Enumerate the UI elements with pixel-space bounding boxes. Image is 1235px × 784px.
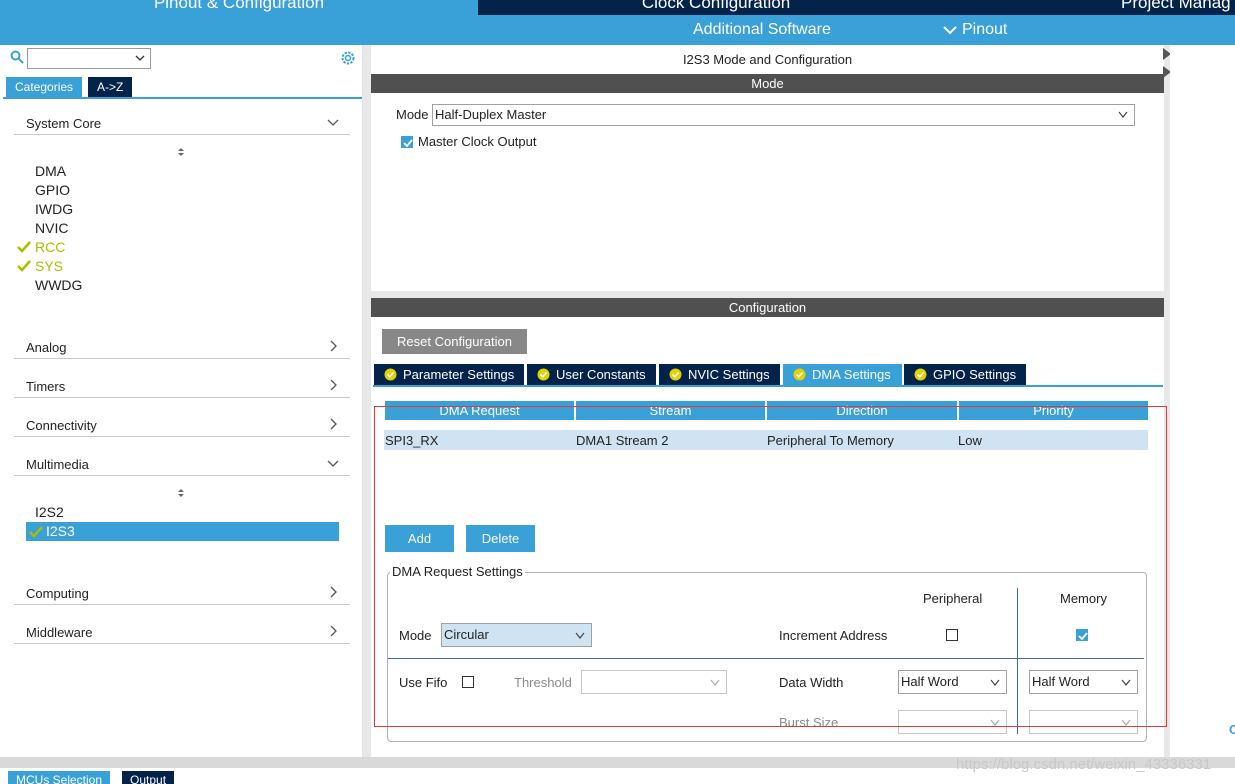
- peripheral-i2s3[interactable]: I2S3: [26, 522, 339, 541]
- check-circle-icon: [384, 368, 397, 381]
- tab-output[interactable]: Output: [122, 771, 175, 784]
- category-label: Analog: [26, 340, 67, 355]
- chevron-down-icon: [1118, 111, 1128, 118]
- tab-underline: [3, 97, 362, 99]
- chevron-right-icon: [330, 586, 337, 598]
- checkmark-icon: [17, 241, 31, 253]
- tab-project-manager[interactable]: Project Manag: [954, 0, 1235, 15]
- chevron-down-icon: [943, 26, 957, 35]
- checkmark-icon: [29, 526, 43, 538]
- peripheral-nvic[interactable]: NVIC: [35, 220, 68, 236]
- config-tab-underline: [373, 385, 1163, 387]
- reset-configuration-button[interactable]: Reset Configuration: [382, 329, 527, 354]
- checkmark-icon: [403, 139, 413, 148]
- peripheral-gpio[interactable]: GPIO: [35, 182, 70, 198]
- tab-gpio-settings[interactable]: GPIO Settings: [904, 364, 1026, 385]
- panel-splitter[interactable]: [363, 45, 371, 757]
- sort-grip-icon[interactable]: [176, 146, 186, 158]
- tab-label: DMA Settings: [812, 367, 891, 382]
- sub-nav-bar: Additional Software Pinout: [0, 15, 1235, 45]
- check-circle-icon: [914, 368, 927, 381]
- chevron-right-icon: [330, 418, 337, 430]
- chevron-down-icon: [327, 119, 339, 126]
- top-tab-bar: Pinout & Configuration Clock Configurati…: [0, 0, 1235, 15]
- chevron-right-icon: [330, 625, 337, 637]
- pinout-menu[interactable]: Pinout: [943, 21, 1007, 39]
- configuration-section-header: Configuration: [371, 298, 1164, 317]
- categories-panel: Categories A->Z System Core DMA GPIO IWD…: [3, 45, 363, 757]
- mode-label: Mode: [396, 107, 429, 122]
- peripheral-rcc[interactable]: RCC: [17, 239, 66, 255]
- category-label: Timers: [26, 379, 66, 394]
- category-system-core[interactable]: System Core: [14, 111, 350, 135]
- tab-parameter-settings[interactable]: Parameter Settings: [374, 364, 524, 385]
- category-label: Connectivity: [26, 418, 97, 433]
- master-clock-output-label: Master Clock Output: [418, 134, 537, 149]
- tab-dma-settings[interactable]: DMA Settings: [783, 364, 902, 385]
- tab-label: User Constants: [556, 367, 646, 382]
- highlight-annotation-box: [374, 406, 1167, 727]
- category-multimedia[interactable]: Multimedia: [14, 452, 350, 476]
- chevron-down-icon: [135, 55, 145, 61]
- chevron-down-icon: [327, 460, 339, 467]
- tab-pinout-configuration[interactable]: Pinout & Configuration: [0, 0, 478, 15]
- peripheral-label: RCC: [35, 239, 66, 255]
- peripheral-dma[interactable]: DMA: [35, 163, 66, 179]
- mode-select[interactable]: Half-Duplex Master: [432, 104, 1135, 126]
- right-edge-panel: [1170, 45, 1235, 757]
- watermark-text: https://blog.csdn.net/weixin_43336331: [956, 756, 1212, 773]
- search-input[interactable]: [27, 48, 151, 69]
- tab-nvic-settings[interactable]: NVIC Settings: [659, 364, 780, 385]
- tab-mcus-selection[interactable]: MCUs Selection: [8, 771, 111, 784]
- peripheral-label: I2S3: [46, 523, 75, 539]
- category-label: Middleware: [26, 625, 93, 640]
- tab-a-to-z[interactable]: A->Z: [88, 77, 133, 97]
- gear-icon[interactable]: [339, 49, 357, 67]
- tab-label: NVIC Settings: [688, 367, 770, 382]
- category-middleware[interactable]: Middleware: [14, 620, 350, 644]
- additional-software-menu[interactable]: Additional Software: [693, 21, 831, 39]
- peripheral-i2s2[interactable]: I2S2: [35, 504, 64, 520]
- category-label: Computing: [26, 586, 89, 601]
- mode-section-header: Mode: [371, 74, 1164, 93]
- peripheral-iwdg[interactable]: IWDG: [35, 201, 73, 217]
- category-label: Multimedia: [26, 457, 89, 472]
- master-clock-output-checkbox[interactable]: [401, 136, 413, 148]
- peripheral-label: SYS: [35, 258, 64, 274]
- tab-user-constants[interactable]: User Constants: [527, 364, 656, 385]
- category-label: System Core: [26, 116, 102, 131]
- peripheral-wwdg[interactable]: WWDG: [35, 277, 82, 293]
- check-circle-icon: [793, 368, 806, 381]
- peripheral-sys[interactable]: SYS: [17, 258, 64, 274]
- category-connectivity[interactable]: Connectivity: [14, 413, 350, 437]
- mode-select-value: Half-Duplex Master: [435, 107, 547, 122]
- section-splitter[interactable]: [371, 291, 1164, 298]
- search-icon[interactable]: [10, 50, 24, 64]
- tab-clock-configuration[interactable]: Clock Configuration: [480, 0, 952, 15]
- chevron-right-icon: [330, 340, 337, 352]
- category-computing[interactable]: Computing: [14, 581, 350, 605]
- checkmark-icon: [17, 260, 31, 272]
- sort-grip-icon[interactable]: [176, 487, 186, 499]
- category-analog[interactable]: Analog: [14, 335, 350, 359]
- chevron-right-icon: [330, 379, 337, 391]
- check-circle-icon: [669, 368, 682, 381]
- page-title: I2S3 Mode and Configuration: [682, 52, 853, 67]
- tab-label: GPIO Settings: [933, 367, 1017, 382]
- tab-label: Parameter Settings: [403, 367, 515, 382]
- pinout-menu-label: Pinout: [962, 21, 1008, 38]
- category-timers[interactable]: Timers: [14, 374, 350, 398]
- check-circle-icon: [537, 368, 550, 381]
- edge-fragment-icon: C: [1229, 722, 1235, 737]
- tab-categories[interactable]: Categories: [6, 77, 83, 97]
